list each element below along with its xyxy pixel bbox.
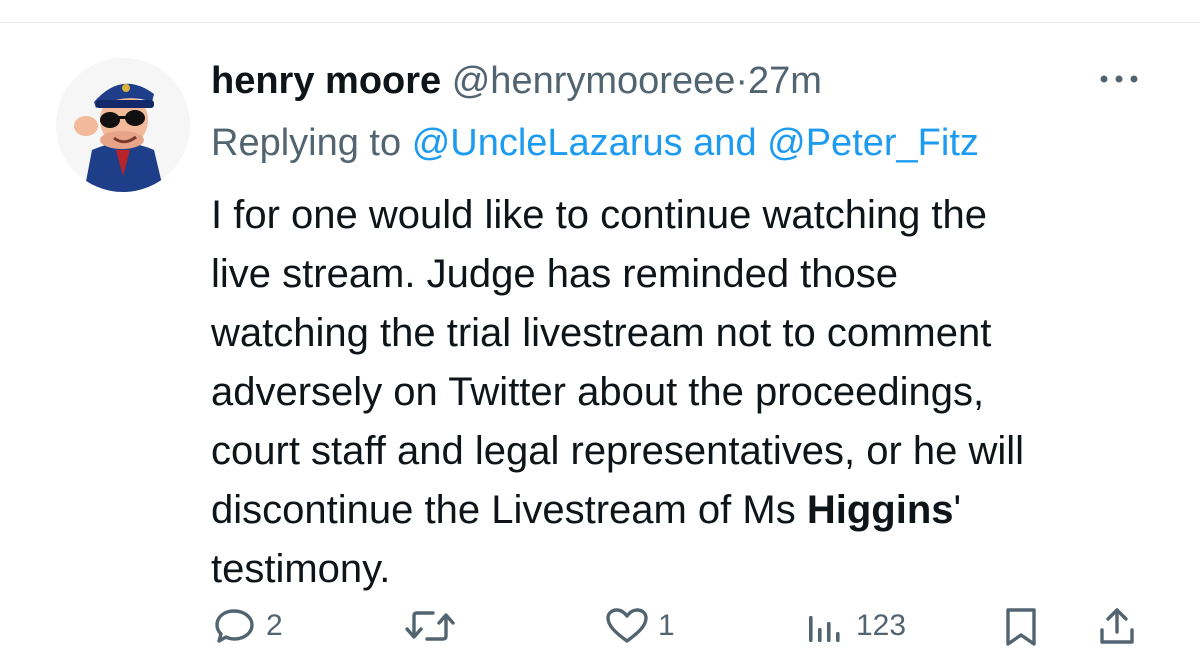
heart-icon (604, 606, 650, 646)
retweet-button[interactable] (402, 606, 466, 646)
mention-link-1[interactable]: @UncleLazarus (412, 122, 683, 164)
display-name[interactable]: henry moore (211, 60, 441, 102)
tweet-text-bold: Higgins (806, 488, 954, 532)
top-divider (0, 22, 1200, 23)
reply-button[interactable]: 2 (214, 606, 283, 646)
tweet-text: I for one would like to continue watchin… (211, 186, 1171, 599)
share-upload-icon (1096, 606, 1138, 648)
bookmark-icon (1000, 606, 1042, 648)
reply-count: 2 (266, 609, 283, 642)
replying-to-line: Replying to @UncleLazarus and @Peter_Fit… (211, 116, 979, 170)
tweet-page: henry moore @henrymooreee·27m Replying t… (0, 0, 1200, 657)
mention-joiner[interactable]: and (693, 122, 756, 164)
reply-bubble-icon (214, 606, 258, 646)
bookmark-button[interactable] (1000, 606, 1042, 648)
share-button[interactable] (1096, 606, 1138, 648)
mention-link-2[interactable]: @Peter_Fitz (767, 122, 979, 164)
action-bar: 2 1 123 (0, 600, 1200, 657)
timestamp[interactable]: 27m (748, 60, 822, 102)
views-count: 123 (856, 609, 907, 642)
more-horizontal-icon[interactable] (1096, 66, 1142, 92)
views-button[interactable]: 123 (804, 606, 906, 646)
separator-dot: · (735, 60, 748, 102)
user-handle[interactable]: @henrymooreee (452, 60, 736, 102)
tweet-header: henry moore @henrymooreee·27m (211, 54, 822, 108)
like-count: 1 (658, 609, 675, 642)
avatar[interactable] (56, 58, 190, 192)
replying-prefix: Replying to (211, 122, 402, 164)
views-bar-chart-icon (804, 606, 848, 646)
tweet-text-part-1: I for one would like to continue watchin… (211, 193, 1025, 532)
retweet-icon (402, 606, 458, 646)
like-button[interactable]: 1 (604, 606, 675, 646)
